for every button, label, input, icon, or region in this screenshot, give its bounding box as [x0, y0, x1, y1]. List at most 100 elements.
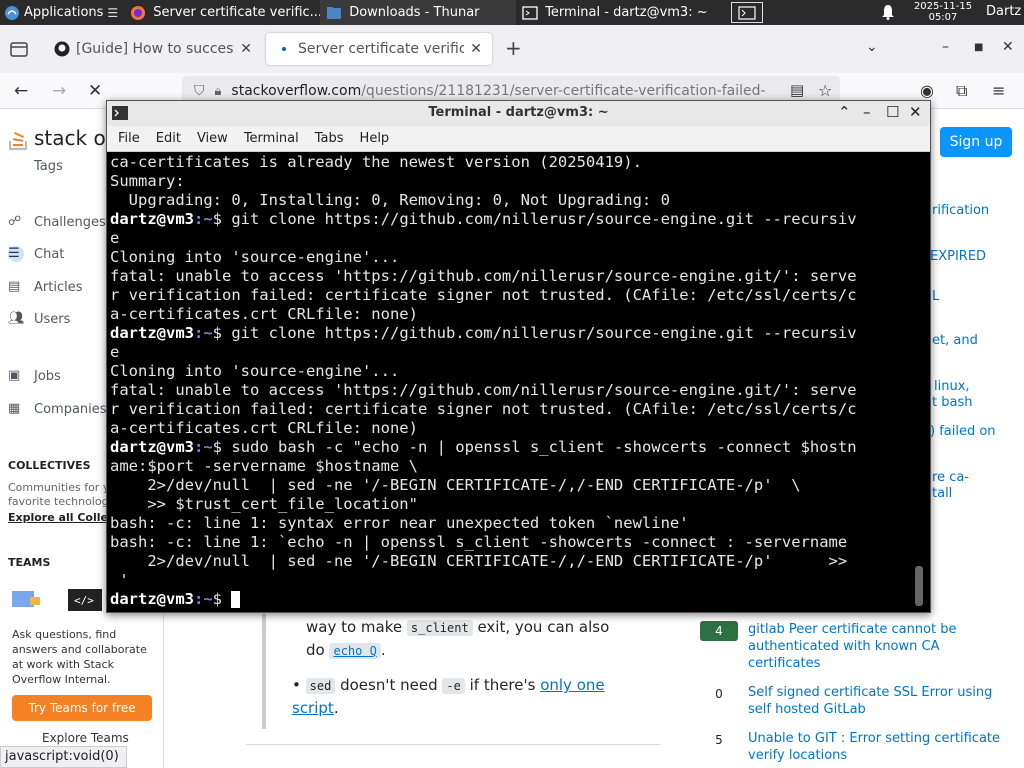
new-tab-button[interactable]: +	[505, 38, 522, 58]
minimize-icon[interactable]: –	[942, 39, 949, 55]
answer-text: do	[306, 641, 330, 659]
explore-teams-link[interactable]: Explore Teams	[42, 731, 129, 745]
close-window-icon[interactable]: ✕	[1002, 39, 1014, 55]
terminal-output-line: Cloning into 'source-engine'...	[110, 362, 909, 381]
applications-menu[interactable]: Applications ☰	[0, 0, 124, 25]
terminal-command-line: dartz@vm3:~$ git clone https://github.co…	[110, 324, 909, 343]
browser-tab-active[interactable]: Server certificate verifica ✕	[266, 33, 492, 65]
related-link-partial[interactable]: L	[932, 289, 939, 305]
nav-chat[interactable]: ☰ Chat	[8, 246, 64, 262]
lock-icon[interactable]: 🔒︎	[215, 84, 222, 99]
terminal-output-line: '	[110, 571, 909, 590]
nav-challenges[interactable]: ☍ Challenges	[8, 214, 106, 230]
related-question[interactable]: 4 gitlab Peer certificate cannot be auth…	[700, 621, 1000, 672]
teams-illustration-icon: </>	[12, 589, 102, 611]
terminal-output-line: Cloning into 'source-engine'...	[110, 248, 909, 267]
related-link-partial[interactable]: EXPIRED	[930, 249, 986, 265]
terminal-window[interactable]: Terminal - dartz@vm3: ~ ⌃ – ☐ ✕ File Edi…	[106, 100, 931, 613]
menu-edit[interactable]: Edit	[156, 131, 181, 146]
chevron-up-icon[interactable]: ⌃	[838, 103, 851, 121]
teams-text: Ask questions, find answers and collabor…	[12, 628, 147, 686]
terminal-output[interactable]: ca-certificates is already the newest ve…	[107, 152, 912, 612]
line-text: e	[110, 229, 120, 247]
taskbar-item-terminal[interactable]: Terminal - dartz@vm3: ~	[516, 0, 712, 25]
related-link-partial[interactable]: et, and	[932, 333, 978, 349]
back-icon[interactable]: ←	[14, 81, 28, 101]
related-question-title[interactable]: gitlab Peer certificate cannot be authen…	[748, 621, 1000, 672]
related-link-partial[interactable]: t bash	[932, 395, 972, 411]
taskbar-item-label: Terminal - dartz@vm3: ~	[545, 5, 708, 20]
related-link-partial[interactable]: ) failed on	[930, 424, 996, 440]
terminal-command-line: dartz@vm3:~$ git clone https://github.co…	[110, 210, 909, 229]
related-link-partial[interactable]: linux,	[934, 379, 970, 395]
nav-jobs[interactable]: ▣ Jobs	[8, 368, 61, 384]
articles-icon: ▤	[8, 279, 21, 294]
chevron-down-icon[interactable]: ⌄	[866, 39, 878, 55]
try-teams-button[interactable]: Try Teams for free	[12, 695, 152, 721]
close-tab-icon[interactable]: ✕	[470, 41, 482, 57]
inline-code: -e	[442, 678, 465, 694]
browser-tab-guide[interactable]: [Guide] How to succesful ✕	[44, 33, 262, 65]
clock[interactable]: 2025-11-15 05:07	[908, 1, 978, 23]
line-text: a-certificates.crt CRLfile: none)	[110, 419, 418, 437]
close-icon[interactable]: ✕	[909, 103, 922, 121]
prompt-symbol: $	[212, 438, 232, 456]
close-tab-icon[interactable]: ✕	[240, 41, 252, 57]
related-question-title[interactable]: Unable to GIT : Error setting certificat…	[748, 730, 1000, 764]
inline-code-link[interactable]: echo Q	[329, 643, 381, 659]
stop-icon[interactable]: ✕	[88, 81, 102, 101]
related-question[interactable]: 0 Self signed certificate SSL Error usin…	[700, 684, 1000, 718]
terminal-output-line: bash: -c: line 1: syntax error near unex…	[110, 514, 909, 533]
svg-text:</>: </>	[74, 594, 94, 607]
nav-tags[interactable]: Tags	[8, 159, 63, 174]
maximize-icon[interactable]: ☐	[886, 103, 899, 121]
terminal-output-line: bash: -c: line 1: `echo -n | openssl s_c…	[110, 533, 909, 552]
menu-tabs[interactable]: Tabs	[315, 131, 344, 146]
maximize-icon[interactable]: ■	[974, 42, 983, 53]
notification-bell-icon[interactable]	[880, 4, 896, 20]
terminal-icon	[522, 5, 538, 20]
extensions-icon[interactable]: ⧉	[956, 81, 967, 101]
divider	[246, 744, 660, 745]
related-link-partial[interactable]: tall	[932, 486, 952, 502]
account-icon[interactable]: ◉	[920, 81, 934, 100]
answer-count-badge: 0	[715, 687, 723, 701]
terminal-output-line: r verification failed: certificate signe…	[110, 286, 909, 305]
tab-list-icon[interactable]	[8, 38, 30, 60]
menu-help[interactable]: Help	[360, 131, 390, 146]
line-text: '	[110, 571, 129, 589]
terminal-output-line: >> $trust_cert_file_location"	[110, 495, 909, 514]
reader-view-icon[interactable]: ▤	[790, 81, 804, 99]
minimize-icon[interactable]: –	[863, 103, 871, 121]
related-link-partial[interactable]: re ca-	[932, 470, 969, 486]
related-question[interactable]: 5 Unable to GIT : Error setting certific…	[700, 730, 1000, 764]
menu-file[interactable]: File	[118, 131, 140, 146]
terminal-output-line: e	[110, 343, 909, 362]
menu-view[interactable]: View	[197, 131, 228, 146]
menu-icon[interactable]: ≡	[992, 81, 1005, 100]
prompt-path: :~	[194, 590, 213, 608]
nav-companies[interactable]: ▦ Companies	[8, 401, 107, 417]
answer-fragment: way to make s_client exit, you can also …	[306, 616, 636, 662]
terminal-output-line: a-certificates.crt CRLfile: none)	[110, 305, 909, 324]
user-menu[interactable]: Dartz	[986, 4, 1021, 19]
terminal-output-line: Summary:	[110, 172, 909, 191]
explore-collectives-link[interactable]: Explore all Colle	[8, 511, 108, 524]
workspace-switcher[interactable]	[731, 2, 763, 23]
related-question-title[interactable]: Self signed certificate SSL Error using …	[748, 684, 1000, 718]
line-text: git clone https://github.com/nillerusr/s…	[231, 210, 857, 228]
taskbar-item-thunar[interactable]: Downloads - Thunar	[320, 0, 517, 25]
nav-users[interactable]: 👥︎ Users	[8, 311, 70, 327]
shield-icon[interactable]: ⛉	[194, 83, 205, 99]
answer-text: if there's	[464, 676, 541, 694]
bookmark-star-icon[interactable]: ☆	[818, 81, 832, 100]
line-text: git clone https://github.com/nillerusr/s…	[231, 324, 857, 342]
taskbar-item-firefox[interactable]: Server certificate verific...	[124, 0, 320, 25]
terminal-scrollbar[interactable]	[915, 566, 923, 606]
related-link-partial[interactable]: rification	[932, 203, 989, 219]
menu-terminal[interactable]: Terminal	[244, 131, 299, 146]
nav-articles[interactable]: ▤ Articles	[8, 279, 82, 295]
forward-icon[interactable]: →	[52, 81, 66, 101]
signup-button[interactable]: Sign up	[940, 127, 1012, 157]
terminal-titlebar[interactable]: Terminal - dartz@vm3: ~ ⌃ – ☐ ✕	[107, 101, 930, 126]
